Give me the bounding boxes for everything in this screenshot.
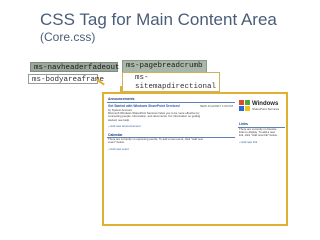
main-content-frame: Announcements Get Started with Windows S… xyxy=(102,92,288,226)
slide-subtitle: (Core.css) xyxy=(40,30,96,44)
add-link-link[interactable]: □ Add new link xyxy=(238,140,285,144)
announcements-header: Announcements xyxy=(107,97,235,103)
slide-title: CSS Tag for Main Content Area xyxy=(40,10,277,29)
tag-bodyareaframe: ms-bodyareaframe xyxy=(28,74,104,84)
right-zone: Windows SharePoint Services Links There … xyxy=(238,96,285,222)
links-webpart: Links There are currently no favorite li… xyxy=(238,122,285,144)
announcement-title-link[interactable]: Get Started with Windows SharePoint Serv… xyxy=(108,104,180,108)
logo-services-text: SharePoint Services xyxy=(252,107,280,111)
windows-sharepoint-logo: Windows SharePoint Services xyxy=(238,98,284,120)
announcement-item: Get Started with Windows SharePoint Serv… xyxy=(107,104,235,109)
main-zone: Announcements Get Started with Windows S… xyxy=(107,96,235,222)
tag-navheaderfadeout: ms-navheaderfadeout xyxy=(30,62,120,72)
tag-sitemapdirectional: ms-sitemapdirectional xyxy=(122,72,220,92)
announcement-date: NEW 2/12/2007 1:00 PM xyxy=(199,103,233,108)
add-event-link[interactable]: □ Add new event xyxy=(107,147,235,151)
slide-title-block: CSS Tag for Main Content Area (Core.css) xyxy=(40,10,277,45)
windows-flag-icon xyxy=(239,100,251,112)
